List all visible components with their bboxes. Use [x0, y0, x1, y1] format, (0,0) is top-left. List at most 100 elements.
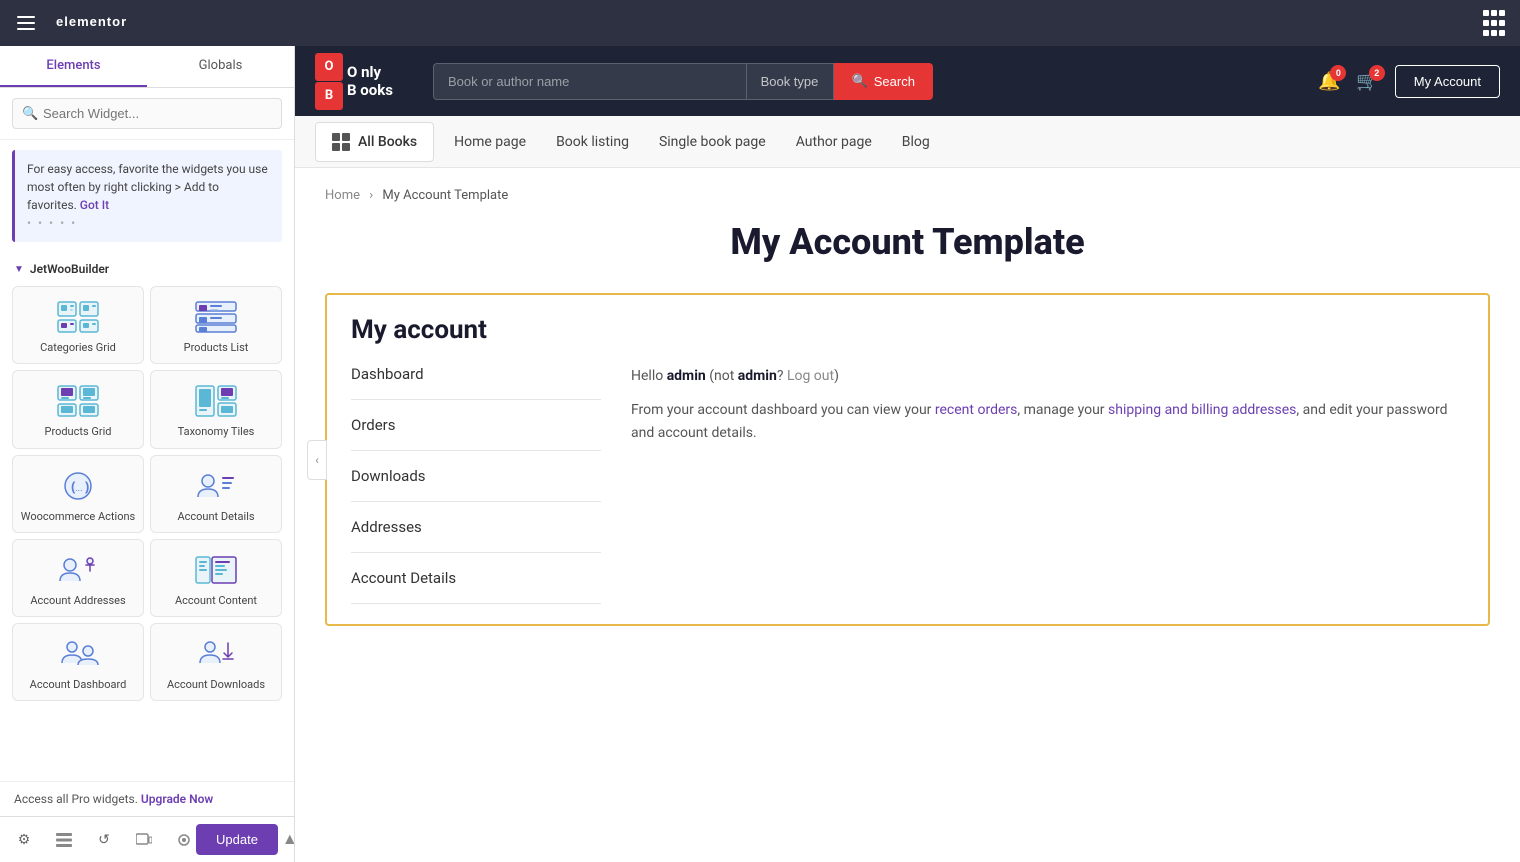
bottom-icons: ⚙ ↺ [12, 828, 196, 852]
widget-products-list-label: Products List [184, 341, 249, 355]
account-addresses-icon [56, 552, 100, 588]
widget-categories-grid[interactable]: Categories Grid [12, 286, 144, 364]
widget-woocommerce-actions-label: Woocommerce Actions [21, 510, 135, 524]
nav-blog[interactable]: Blog [902, 134, 930, 150]
tab-globals[interactable]: Globals [147, 46, 294, 87]
logout-link[interactable]: Log out [787, 368, 834, 384]
site-logo: O B O nly B ooks [315, 53, 393, 110]
cart-badge: 2 [1369, 65, 1385, 81]
widget-products-list[interactable]: Products List [150, 286, 282, 364]
preview-icon[interactable] [172, 828, 196, 852]
account-section: ‹ My account Dashboard Orders Downloads … [325, 293, 1490, 626]
products-list-icon [194, 299, 238, 335]
notifications-button[interactable]: 🔔 0 [1318, 71, 1340, 92]
my-account-button[interactable]: My Account [1395, 65, 1500, 98]
widget-woocommerce-actions[interactable]: ( ... ) Woocommerce Actions [12, 455, 144, 533]
woocommerce-actions-icon: ( ... ) [56, 468, 100, 504]
widget-account-content[interactable]: Account Content [150, 539, 282, 617]
nav-item-addresses[interactable]: Addresses [351, 502, 601, 553]
account-main: Hello admin (not admin? Log out) From yo… [601, 365, 1464, 604]
widget-account-dashboard-label: Account Dashboard [30, 678, 127, 692]
logo-badge-o: O [315, 53, 343, 81]
widget-account-addresses-label: Account Addresses [30, 594, 125, 608]
nav-all-books[interactable]: All Books [315, 122, 434, 162]
widget-products-grid[interactable]: Products Grid [12, 370, 144, 448]
svg-text:elementor: elementor [56, 14, 127, 29]
svg-text:...: ... [75, 483, 83, 493]
nav-author-page[interactable]: Author page [796, 134, 872, 150]
account-downloads-icon [194, 636, 238, 672]
settings-icon[interactable]: ⚙ [12, 828, 36, 852]
nav-home-page[interactable]: Home page [454, 134, 526, 150]
breadcrumb-separator: › [369, 188, 373, 203]
upgrade-now-link[interactable]: Upgrade Now [141, 792, 213, 806]
info-banner: For easy access, favorite the widgets yo… [12, 150, 282, 242]
svg-text:): ) [85, 479, 89, 494]
upgrade-bar: Access all Pro widgets. Upgrade Now [0, 781, 294, 816]
top-toolbar: elementor [0, 0, 1520, 46]
book-search-input[interactable] [433, 63, 747, 100]
collapse-section-button[interactable]: ‹ [307, 440, 327, 480]
nav-item-account-details[interactable]: Account Details [351, 553, 601, 604]
site-nav: All Books Home page Book listing Single … [295, 116, 1520, 168]
widget-taxonomy-tiles[interactable]: Taxonomy Tiles [150, 370, 282, 448]
tab-elements[interactable]: Elements [0, 46, 147, 87]
hamburger-icon[interactable] [12, 9, 40, 37]
widget-account-details[interactable]: Account Details [150, 455, 282, 533]
section-arrow-icon: ▼ [14, 264, 24, 275]
nav-item-downloads[interactable]: Downloads [351, 451, 601, 502]
search-button[interactable]: 🔍 Search [834, 63, 933, 100]
nav-single-book-page[interactable]: Single book page [659, 134, 766, 150]
section-label: ▼ JetWooBuilder [0, 252, 294, 282]
account-section-heading: My account [351, 315, 1464, 345]
widget-account-details-label: Account Details [177, 510, 254, 524]
apps-grid-icon[interactable] [1480, 9, 1508, 37]
search-widget-input[interactable] [12, 98, 282, 129]
breadcrumb: Home › My Account Template [325, 188, 1490, 203]
widget-products-grid-label: Products Grid [45, 425, 112, 439]
products-grid-icon [56, 383, 100, 419]
nav-links: Home page Book listing Single book page … [454, 134, 930, 150]
widget-search-wrap: 🔍 [0, 88, 294, 140]
layers-icon[interactable] [52, 828, 76, 852]
nav-item-dashboard[interactable]: Dashboard [351, 365, 601, 400]
bottom-bar: ⚙ ↺ Update ▲ [0, 816, 294, 862]
got-it-link[interactable]: Got It [80, 198, 109, 212]
nav-book-listing[interactable]: Book listing [556, 134, 629, 150]
account-nav: Dashboard Orders Downloads Addresses Acc… [351, 365, 601, 604]
account-dashboard-icon [56, 636, 100, 672]
account-layout: Dashboard Orders Downloads Addresses Acc… [351, 365, 1464, 604]
taxonomy-tiles-icon [194, 383, 238, 419]
search-icon: 🔍 [852, 73, 868, 89]
history-icon[interactable]: ↺ [92, 828, 116, 852]
dots-decoration: • • • • • [27, 214, 270, 232]
widget-categories-grid-label: Categories Grid [40, 341, 116, 355]
cart-button[interactable]: 🛒 2 [1356, 71, 1378, 92]
recent-orders-link[interactable]: recent orders [935, 402, 1017, 418]
logo-text: O nly B ooks [347, 63, 393, 99]
right-content: O B O nly B ooks Book type 🔍 Search [295, 46, 1520, 862]
account-content-icon [194, 552, 238, 588]
sidebar-tabs: Elements Globals [0, 46, 294, 88]
widget-taxonomy-tiles-label: Taxonomy Tiles [178, 425, 255, 439]
widgets-grid: Categories Grid [0, 282, 294, 711]
breadcrumb-current: My Account Template [382, 188, 508, 203]
widget-account-downloads[interactable]: Account Downloads [150, 623, 282, 701]
main-layout: Elements Globals 🔍 For easy access, favo… [0, 46, 1520, 862]
collapse-panel-button[interactable]: ▲ [282, 831, 295, 849]
account-details-icon [194, 468, 238, 504]
update-button[interactable]: Update [196, 824, 278, 855]
widget-account-dashboard[interactable]: Account Dashboard [12, 623, 144, 701]
responsive-icon[interactable] [132, 828, 156, 852]
account-description: From your account dashboard you can view… [631, 399, 1464, 444]
addresses-link[interactable]: shipping and billing addresses [1108, 402, 1296, 418]
site-header: O B O nly B ooks Book type 🔍 Search [295, 46, 1520, 116]
breadcrumb-home[interactable]: Home [325, 188, 360, 203]
site-search-bar: Book type 🔍 Search [433, 63, 933, 100]
widget-account-addresses[interactable]: Account Addresses [12, 539, 144, 617]
header-actions: 🔔 0 🛒 2 My Account [1318, 65, 1500, 98]
elementor-logo: elementor [56, 11, 146, 35]
nav-item-orders[interactable]: Orders [351, 400, 601, 451]
book-type-select[interactable]: Book type [747, 63, 834, 100]
hello-text: Hello admin (not admin? Log out) [631, 365, 1464, 387]
